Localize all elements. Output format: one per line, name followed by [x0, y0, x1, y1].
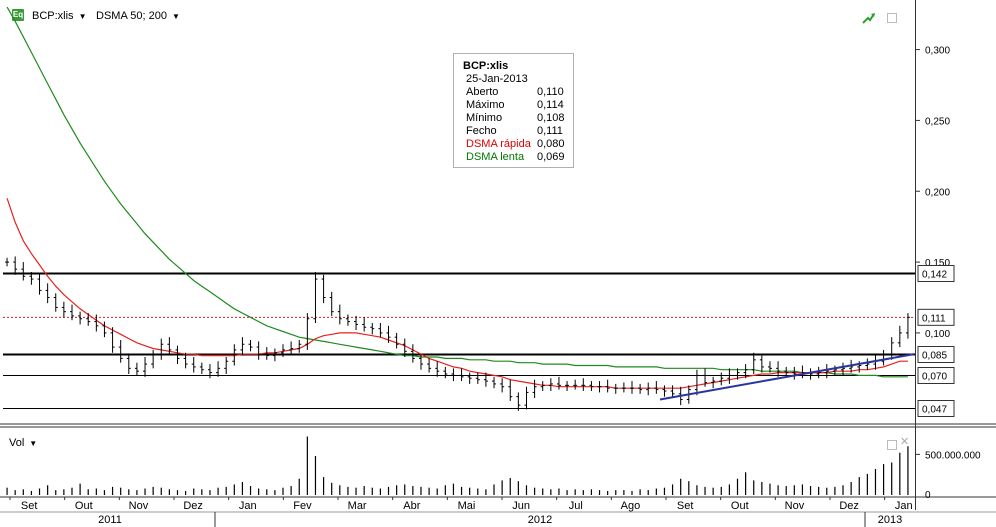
tooltip-row-close: Fecho 0,111 [466, 125, 566, 138]
data-tooltip: BCP:xlis 25-Jan-2013 Aberto 0,110 Máximo… [453, 53, 574, 168]
tooltip-label: Máximo [466, 99, 505, 111]
tooltip-value: 0,080 [537, 138, 565, 150]
tooltip-value: 0,108 [537, 112, 565, 124]
tooltip-row-open: Aberto 0,110 [466, 86, 566, 99]
level-price-label: 0,085 [922, 351, 947, 362]
price-axis-label: 0,200 [925, 187, 950, 198]
last-price-label: 0,111 [922, 313, 946, 324]
month-label: Set [21, 500, 38, 512]
price-axis-label: 0,250 [925, 116, 950, 127]
fast-sma-line [6, 198, 908, 389]
month-label: Jul [569, 500, 583, 512]
volume-axis-label: 500.000.000 [925, 450, 981, 461]
axis-separator [915, 0, 916, 510]
tooltip-row-low: Mínimo 0,108 [466, 112, 566, 125]
tooltip-value: 0,069 [537, 151, 565, 163]
month-label: Nov [785, 500, 805, 512]
tooltip-value: 0,111 [537, 125, 563, 137]
month-label: Mar [348, 500, 367, 512]
price-axis-label: 0,300 [925, 46, 950, 57]
volume-label: Vol [9, 437, 25, 449]
level-price-label: 0,070 [922, 372, 947, 383]
tooltip-value: 0,110 [537, 86, 564, 98]
level-price-label: 0,047 [922, 405, 947, 416]
month-label: Fev [293, 500, 312, 512]
tooltip-label: DSMA lenta [466, 151, 525, 163]
tooltip-date: 25-Jan-2013 [466, 73, 528, 85]
tooltip-row-high: Máximo 0,114 [466, 99, 566, 112]
month-label: Mai [458, 500, 476, 512]
month-label: Out [731, 500, 749, 512]
tooltip-row-slow-sma: DSMA lenta 0,069 [466, 151, 566, 164]
month-label: Jan [239, 500, 257, 512]
caret-down-icon: ▼ [29, 439, 38, 448]
maximize-icon[interactable] [887, 440, 897, 450]
tooltip-row-fast-sma: DSMA rápida 0,080 [466, 138, 566, 151]
tooltip-label: Aberto [466, 86, 499, 98]
month-label: Dez [183, 500, 203, 512]
year-label: 2012 [528, 514, 552, 526]
tooltip-label: Mínimo [466, 112, 503, 124]
tooltip-label: DSMA rápida [466, 138, 531, 150]
close-icon[interactable]: ✕ [900, 435, 909, 448]
month-label: Jun [512, 500, 530, 512]
tooltip-value: 0,114 [537, 99, 564, 111]
price-axis-label: 0,100 [925, 329, 950, 340]
support-trendline [659, 353, 915, 401]
month-label: Out [75, 500, 93, 512]
volume-axis-label: 0 [925, 490, 931, 501]
month-label: Jan [895, 500, 913, 512]
month-label: Abr [403, 500, 420, 512]
volume-selector[interactable]: Vol ▼ [9, 437, 37, 449]
level-price-label: 0,142 [922, 270, 947, 281]
tooltip-label: Fecho [466, 125, 497, 137]
year-label: 2011 [98, 514, 122, 526]
month-label: Nov [129, 500, 149, 512]
year-label: 2013 [878, 514, 902, 526]
tooltip-title: BCP:xlis [463, 60, 509, 72]
month-label: Set [677, 500, 694, 512]
month-label: Dez [839, 500, 859, 512]
month-label: Ago [621, 500, 641, 512]
